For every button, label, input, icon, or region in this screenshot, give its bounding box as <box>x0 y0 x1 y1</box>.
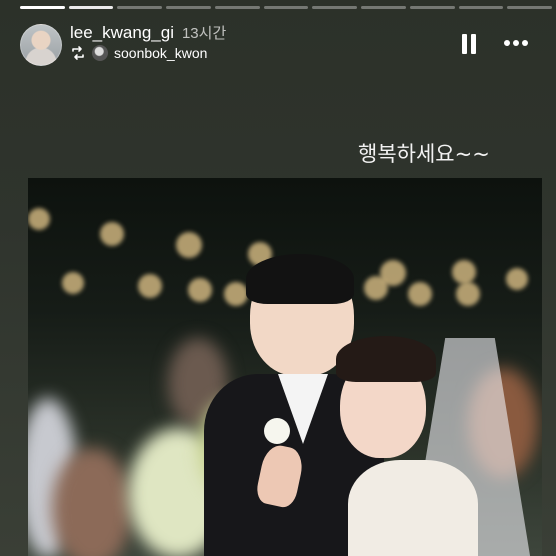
story-header: lee_kwang_gi 13시간 soonbok_kwon <box>20 22 536 66</box>
story-progress-bar <box>20 6 553 9</box>
repost-source-username[interactable]: soonbok_kwon <box>114 45 207 61</box>
progress-segment <box>68 6 114 9</box>
wedding-photo <box>28 178 542 556</box>
repost-attribution[interactable]: soonbok_kwon <box>70 45 207 61</box>
user-row: lee_kwang_gi 13시간 <box>70 22 226 43</box>
story-caption: 행복하세요~~ <box>358 142 490 166</box>
groom-hair <box>246 254 354 304</box>
bride-dress <box>348 460 478 556</box>
profile-avatar[interactable] <box>20 24 62 66</box>
bride-hair <box>336 336 436 382</box>
pause-icon <box>462 34 467 54</box>
progress-segment <box>263 6 309 9</box>
progress-segment <box>361 6 406 9</box>
progress-segment <box>20 6 65 9</box>
progress-segment <box>117 6 163 9</box>
progress-segment <box>214 6 260 9</box>
progress-segment <box>166 6 211 9</box>
progress-segment <box>458 6 504 9</box>
boutonniere <box>264 418 290 444</box>
progress-segment <box>312 6 358 9</box>
pause-button[interactable] <box>462 34 476 54</box>
progress-segment <box>507 6 553 9</box>
repost-source-avatar <box>92 45 108 61</box>
username-link[interactable]: lee_kwang_gi <box>70 23 174 43</box>
progress-segment <box>409 6 455 9</box>
more-options-button[interactable] <box>504 40 528 46</box>
more-icon <box>504 40 510 46</box>
time-ago: 13시간 <box>181 25 227 42</box>
repost-icon <box>70 45 86 61</box>
